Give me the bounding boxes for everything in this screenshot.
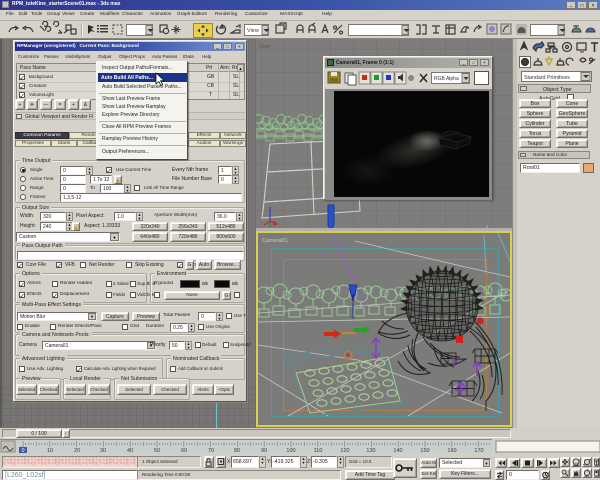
svg-text:Object Type: Object Type: [543, 87, 572, 93]
svg-text:Camera01: Camera01: [262, 238, 288, 244]
svg-text:View: View: [247, 28, 259, 34]
svg-text:Standard Primitives: Standard Primitives: [524, 75, 570, 81]
svg-text:RGB Alpha: RGB Alpha: [434, 76, 459, 82]
svg-text:User: User: [259, 44, 271, 50]
